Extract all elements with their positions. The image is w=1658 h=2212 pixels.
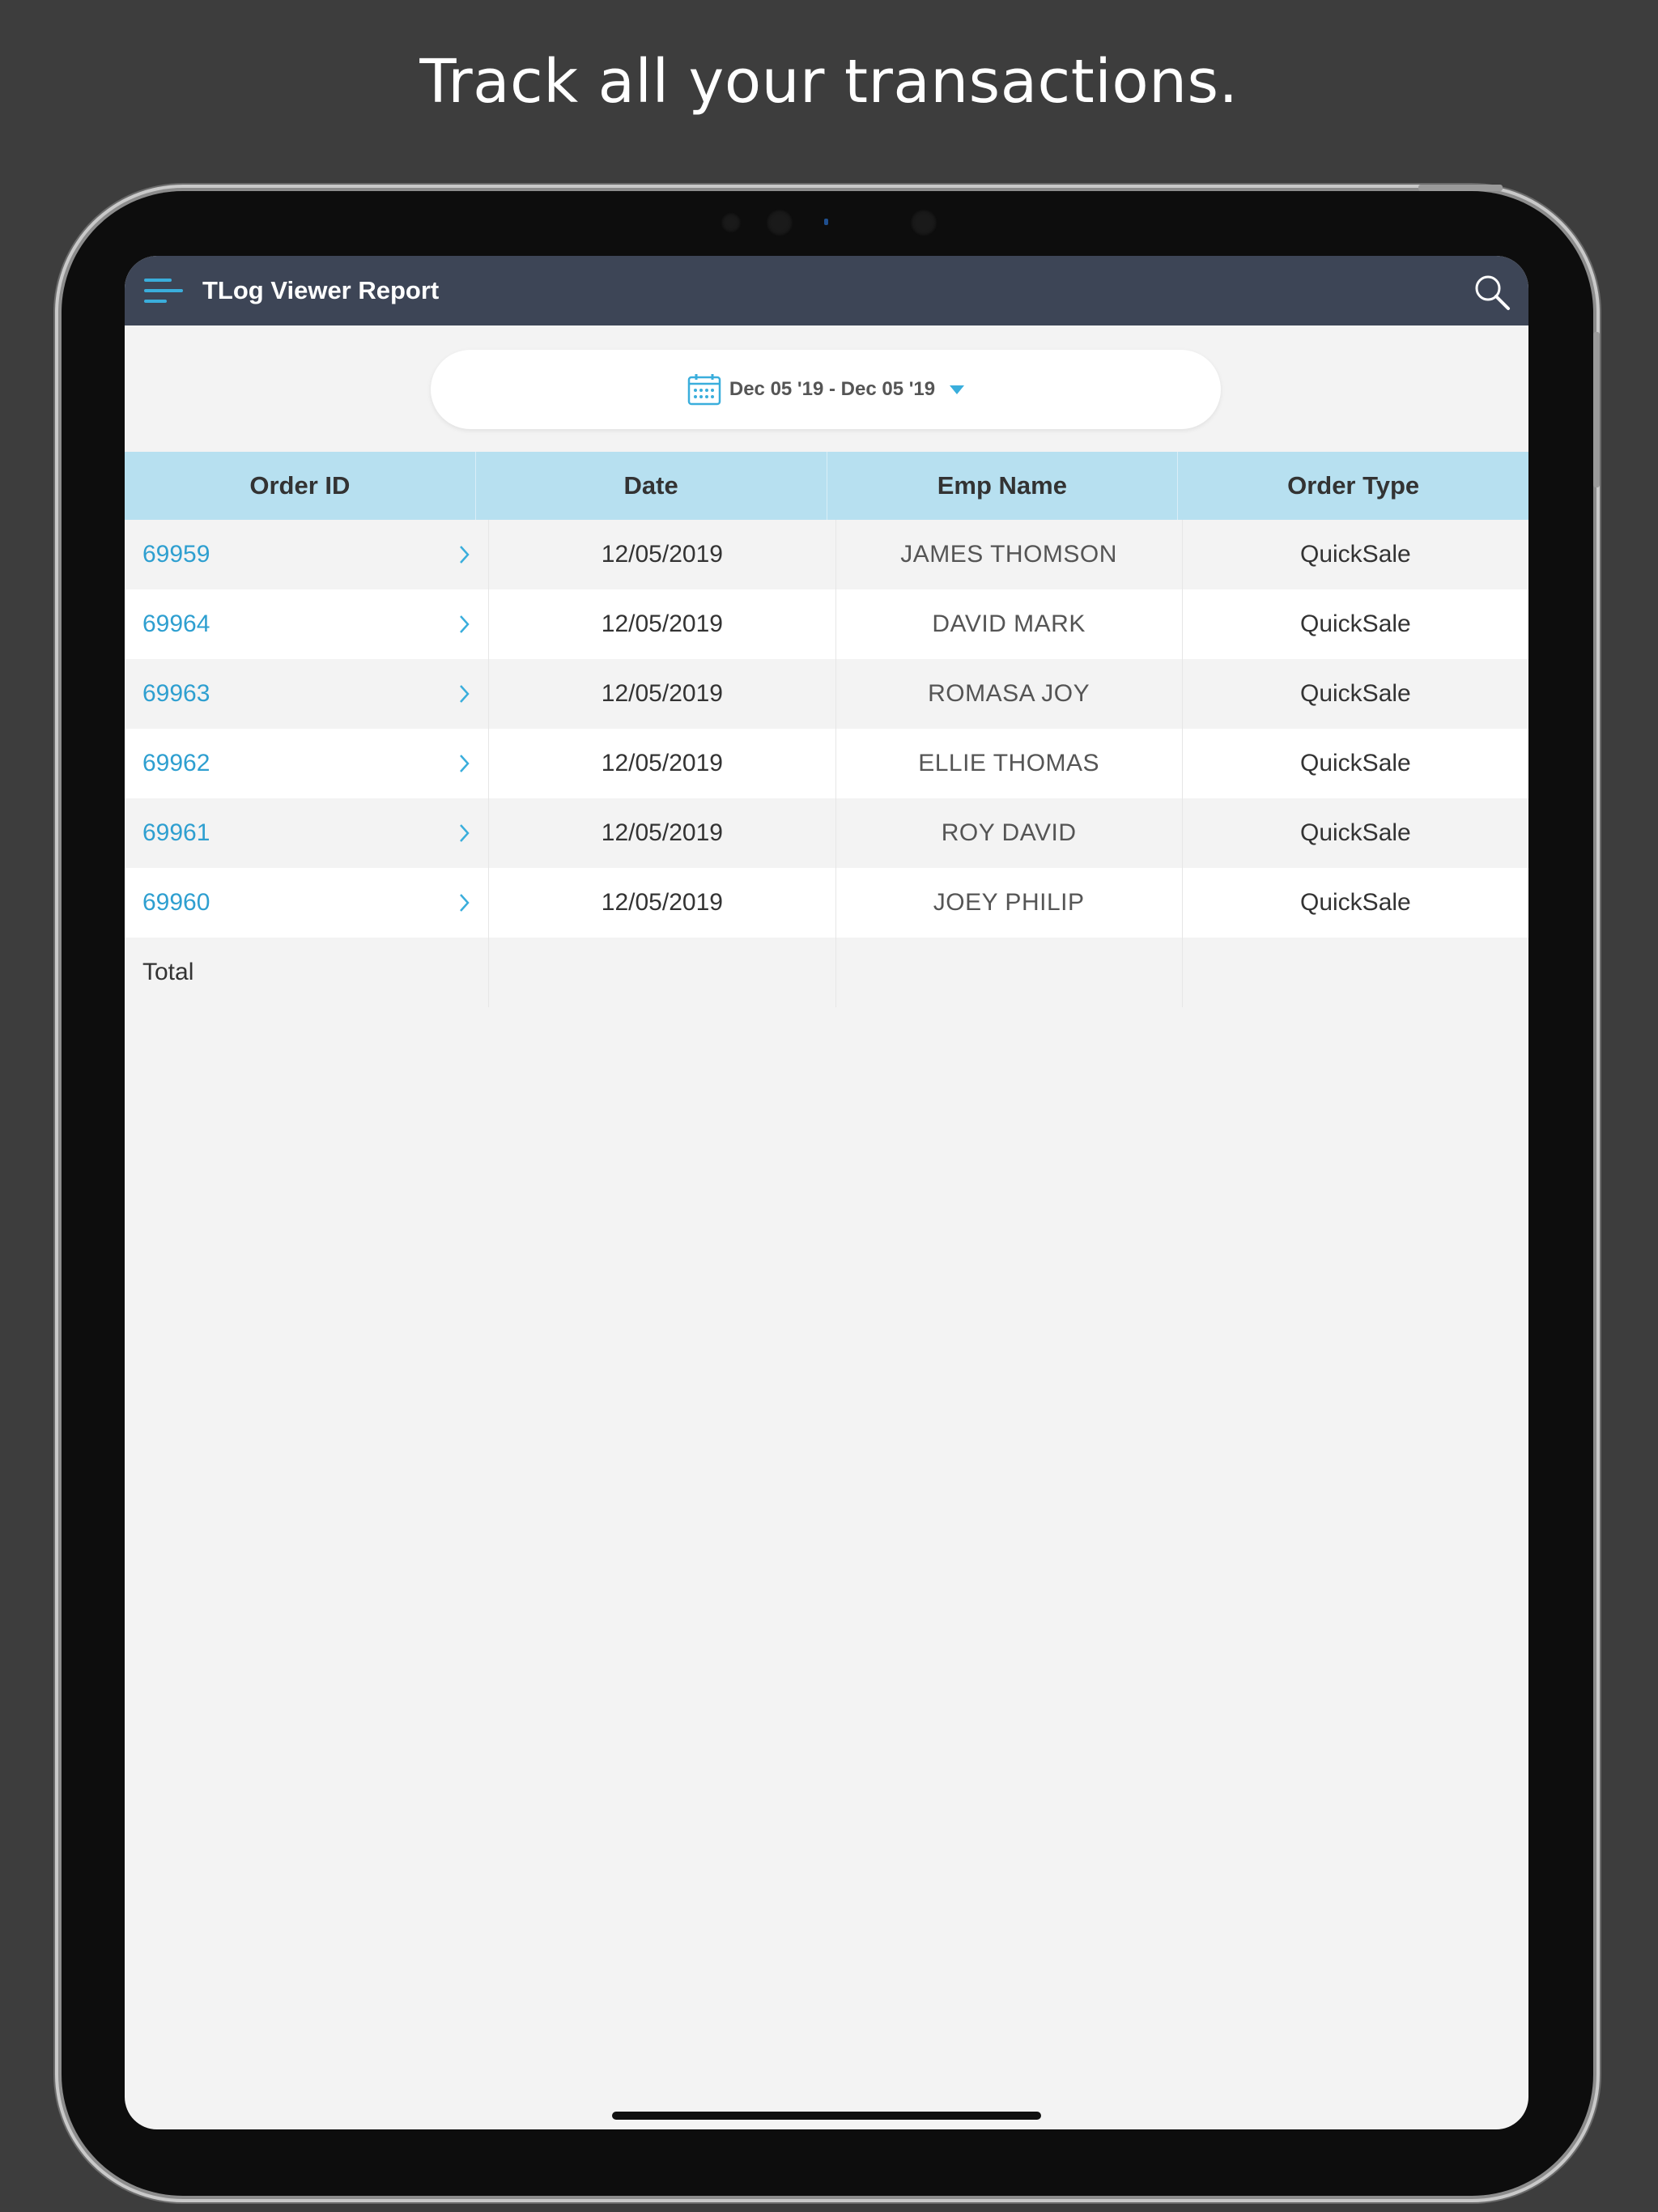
emp-name-cell: JOEY PHILIP [836,868,1183,938]
table-row[interactable]: 69964 12/05/2019 DAVID MARK QuickSale [125,589,1528,659]
hamburger-menu-icon[interactable] [142,274,185,308]
column-header-emp-name[interactable]: Emp Name [827,452,1179,520]
order-type-cell: QuickSale [1300,889,1411,916]
proximity-sensor [824,219,828,225]
order-type-cell: QuickSale [1300,610,1411,637]
order-id-link[interactable]: 69959 [125,520,490,589]
column-header-order-type[interactable]: Order Type [1178,452,1528,520]
column-header-date[interactable]: Date [476,452,827,520]
front-camera-center [766,209,793,236]
chevron-right-icon[interactable] [459,822,470,844]
chevron-right-icon[interactable] [459,891,470,914]
table-row[interactable]: 69960 12/05/2019 JOEY PHILIP QuickSale [125,868,1528,938]
calendar-icon [687,374,721,406]
order-id-text[interactable]: 69959 [142,541,210,568]
device-top-button [1418,185,1503,191]
date-cell: 12/05/2019 [489,520,836,589]
total-date-cell [489,938,836,1007]
date-cell: 12/05/2019 [489,798,836,868]
chevron-right-icon[interactable] [459,543,470,566]
device-volume-down-button [1593,398,1600,487]
transactions-table: Order ID Date Emp Name Order Type 69959 … [125,452,1528,1007]
column-header-order-id[interactable]: Order ID [125,452,476,520]
date-range-label: Dec 05 '19 - Dec 05 '19 [729,378,936,400]
chevron-down-icon [950,385,965,394]
chevron-right-icon[interactable] [459,613,470,636]
table-row[interactable]: 69961 12/05/2019 ROY DAVID QuickSale [125,798,1528,868]
front-camera-right [910,209,937,236]
app-screen: TLog Viewer Report Dec 05 '19 - Dec 05 '… [125,256,1528,2129]
order-id-text[interactable]: 69962 [142,750,210,777]
date-cell: 12/05/2019 [489,589,836,659]
chevron-right-icon[interactable] [459,683,470,705]
emp-name-cell: ELLIE THOMAS [836,729,1183,798]
date-cell: 12/05/2019 [489,868,836,938]
emp-name-cell: JAMES THOMSON [836,520,1183,589]
page-title: TLog Viewer Report [202,276,440,304]
emp-name-cell: ROY DAVID [836,798,1183,868]
emp-name-cell: ROMASA JOY [836,659,1183,729]
table-header-row: Order ID Date Emp Name Order Type [125,452,1528,520]
order-id-text[interactable]: 69963 [142,680,210,708]
date-cell: 12/05/2019 [489,729,836,798]
order-id-link[interactable]: 69962 [125,729,490,798]
order-id-link[interactable]: 69961 [125,798,490,868]
order-id-link[interactable]: 69963 [125,659,490,729]
order-type-cell: QuickSale [1300,819,1411,846]
table-row[interactable]: 69962 12/05/2019 ELLIE THOMAS QuickSale [125,729,1528,798]
emp-name-cell: DAVID MARK [836,589,1183,659]
top-navigation-bar: TLog Viewer Report [125,256,1528,325]
search-icon[interactable] [1473,274,1511,311]
total-order-type-cell [1183,938,1528,1007]
chevron-right-icon[interactable] [459,752,470,775]
date-range-selector[interactable]: Dec 05 '19 - Dec 05 '19 [431,350,1221,429]
order-id-text[interactable]: 69961 [142,819,210,847]
table-row[interactable]: 69959 12/05/2019 JAMES THOMSON QuickSale [125,520,1528,589]
table-row[interactable]: 69963 12/05/2019 ROMASA JOY QuickSale [125,659,1528,729]
home-indicator[interactable] [612,2112,1041,2120]
order-id-link[interactable]: 69964 [125,589,490,659]
order-type-cell: QuickSale [1300,541,1411,568]
promo-headline: Track all your transactions. [419,47,1239,117]
order-id-link[interactable]: 69960 [125,868,490,938]
order-type-cell: QuickSale [1300,680,1411,707]
total-emp-name-cell [836,938,1183,1007]
front-camera-left [721,212,742,233]
total-label: Total [125,938,490,1007]
order-id-text[interactable]: 69964 [142,610,210,638]
order-type-cell: QuickSale [1300,750,1411,776]
date-cell: 12/05/2019 [489,659,836,729]
table-total-row: Total [125,938,1528,1007]
order-id-text[interactable]: 69960 [142,889,210,917]
